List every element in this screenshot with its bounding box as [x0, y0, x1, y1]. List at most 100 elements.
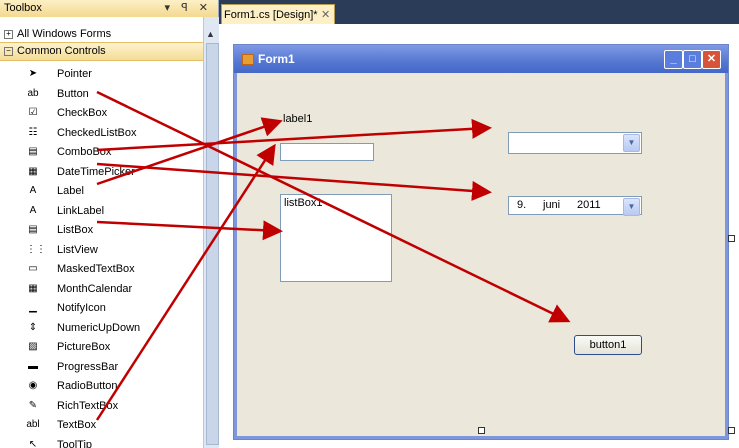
combobox1[interactable]: ▼: [508, 132, 642, 154]
chevron-down-icon[interactable]: ▼: [623, 198, 640, 216]
tool-label: ListBox: [57, 224, 94, 236]
tool-label: RadioButton: [57, 380, 118, 392]
scrollbar-thumb[interactable]: [206, 43, 219, 445]
date-year: 2011: [577, 199, 601, 211]
tool-label: Label: [57, 185, 84, 197]
document-area: Form1.cs [Design]* ✕ Form1 _ □ ✕ label1 …: [219, 0, 739, 448]
listbox1-text: listBox1: [284, 197, 323, 209]
checkbox-icon: ☑: [28, 107, 38, 118]
progressbar-icon: ▬: [28, 360, 38, 372]
chevron-down-icon[interactable]: ▼: [623, 134, 640, 152]
tool-label: ProgressBar: [57, 360, 119, 373]
tool-maskedtextbox[interactable]: ▭ MaskedTextBox: [0, 260, 203, 279]
tool-label: Pointer: [57, 68, 92, 80]
tool-label[interactable]: A Label: [0, 182, 203, 201]
tool-label: NumericUpDown: [57, 321, 141, 334]
listview-icon: ⋮⋮: [26, 243, 46, 255]
radiobutton-icon: ◉: [28, 380, 38, 391]
datetimepicker-icon: ▦: [28, 165, 38, 177]
tool-label: TextBox: [57, 419, 97, 431]
group-all-label: All Windows Forms: [17, 28, 112, 40]
tool-label: CheckedListBox: [57, 126, 137, 139]
toolbox-title-bar: Toolbox ▾ ꟼ ✕: [0, 0, 218, 18]
toolbox-scrollbar[interactable]: ▲: [203, 17, 219, 448]
tool-label: PictureBox: [57, 341, 111, 353]
tool-button[interactable]: ab Button: [0, 85, 203, 104]
listbox1[interactable]: listBox1: [280, 194, 392, 282]
resize-handle-right[interactable]: [728, 235, 735, 242]
tool-linklabel[interactable]: A LinkLabel: [0, 202, 203, 221]
textbox1[interactable]: [280, 143, 374, 161]
tool-tooltip[interactable]: ↖ ToolTip: [0, 436, 203, 448]
combobox-icon: ▤: [28, 146, 38, 157]
tool-listbox[interactable]: ▤ ListBox: [0, 221, 203, 240]
tool-numericupdown[interactable]: ⇕ NumericUpDown: [0, 319, 203, 338]
tool-richtextbox[interactable]: ✎ RichTextBox: [0, 397, 203, 416]
tool-label: ComboBox: [57, 146, 112, 158]
group-common-controls[interactable]: − Common Controls: [0, 42, 203, 61]
tab-form1-design[interactable]: Form1.cs [Design]* ✕: [221, 4, 335, 25]
expand-icon[interactable]: +: [4, 29, 13, 39]
checkedlistbox-icon: ☷: [28, 126, 38, 138]
close-button[interactable]: ✕: [702, 50, 721, 69]
toolbox-window-buttons[interactable]: ▾ ꟼ ✕: [165, 1, 212, 14]
tool-label: Button: [57, 87, 89, 100]
close-tab-icon[interactable]: ✕: [321, 8, 330, 21]
tab-label: Form1.cs [Design]*: [224, 9, 318, 21]
tool-label: LinkLabel: [57, 204, 105, 217]
richtextbox-icon: ✎: [28, 399, 38, 411]
tool-pointer[interactable]: ➤ Pointer: [0, 65, 203, 84]
notifyicon-icon: ▁: [29, 302, 37, 313]
button1[interactable]: button1: [574, 335, 642, 355]
form1-title-bar[interactable]: Form1 _ □ ✕: [234, 45, 728, 73]
label1[interactable]: label1: [283, 113, 312, 125]
tool-notifyicon[interactable]: ▁ NotifyIcon: [0, 299, 203, 318]
date-day: 9.: [517, 199, 527, 211]
tool-label: ToolTip: [57, 438, 93, 448]
tool-checkbox[interactable]: ☑ CheckBox: [0, 104, 203, 123]
tool-combobox[interactable]: ▤ ComboBox: [0, 143, 203, 162]
tool-label: MaskedTextBox: [57, 263, 135, 275]
toolbox-panel: Toolbox ▾ ꟼ ✕ + All Windows Forms − Common…: [0, 0, 219, 448]
maximize-button[interactable]: □: [683, 50, 702, 69]
maskedtextbox-icon: ▭: [28, 263, 38, 274]
tool-label: DateTimePicker: [57, 165, 135, 178]
label-icon: A: [29, 185, 37, 196]
tooltip-icon: ↖: [28, 438, 38, 448]
picturebox-icon: ▨: [28, 341, 38, 352]
form1-window[interactable]: Form1 _ □ ✕ label1 listBox1 ▼ 9. juni 20…: [233, 44, 729, 440]
datetimepicker1[interactable]: 9. juni 2011 ▼: [508, 196, 642, 216]
textbox-icon: abl: [26, 419, 40, 430]
minimize-button[interactable]: _: [664, 50, 683, 69]
monthcalendar-icon: ▦: [28, 282, 38, 294]
tool-picturebox[interactable]: ▨ PictureBox: [0, 338, 203, 357]
tool-textbox[interactable]: abl TextBox: [0, 416, 203, 435]
tool-listview[interactable]: ⋮⋮ ListView: [0, 241, 203, 260]
pointer-icon: ➤: [28, 68, 38, 79]
group-all-windows-forms[interactable]: + All Windows Forms: [0, 26, 203, 43]
toolbox-list: + All Windows Forms − Common Controls ➤ Poi…: [0, 17, 203, 448]
date-month: juni: [543, 199, 561, 211]
tool-label: CheckBox: [57, 107, 108, 119]
resize-handle-corner[interactable]: [728, 427, 735, 434]
button-icon: ab: [27, 87, 39, 99]
group-common-label: Common Controls: [17, 45, 106, 57]
collapse-icon[interactable]: −: [4, 46, 13, 56]
form1-title: Form1: [258, 52, 295, 66]
design-surface[interactable]: Form1 _ □ ✕ label1 listBox1 ▼ 9. juni 20…: [219, 24, 739, 448]
tool-checkedlistbox[interactable]: ☷ CheckedListBox: [0, 124, 203, 143]
tool-radiobutton[interactable]: ◉ RadioButton: [0, 377, 203, 396]
tool-label: RichTextBox: [57, 399, 119, 412]
form-icon: [242, 54, 254, 65]
tab-strip: Form1.cs [Design]* ✕: [219, 0, 739, 25]
tool-monthcalendar[interactable]: ▦ MonthCalendar: [0, 280, 203, 299]
tool-label: ListView: [57, 243, 98, 256]
toolbox-title: Toolbox: [4, 2, 42, 14]
tool-label: MonthCalendar: [57, 282, 133, 295]
scroll-up-icon[interactable]: ▲: [206, 29, 215, 39]
tool-progressbar[interactable]: ▬ ProgressBar: [0, 358, 203, 377]
resize-handle-bottom[interactable]: [478, 427, 485, 434]
tool-datetimepicker[interactable]: ▦ DateTimePicker: [0, 163, 203, 182]
listbox-icon: ▤: [28, 224, 38, 235]
tool-label: NotifyIcon: [57, 302, 106, 314]
